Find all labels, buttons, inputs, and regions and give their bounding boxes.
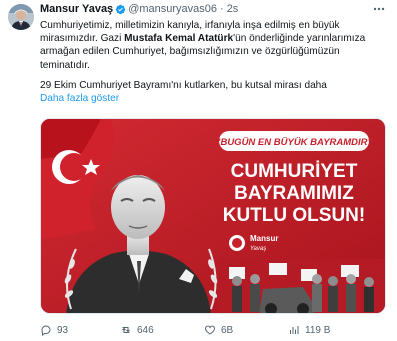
- crowd-and-car-illustration: [219, 259, 385, 313]
- reply-button[interactable]: 93: [40, 322, 68, 338]
- poster-headline-line1: CUMHURİYET: [231, 161, 358, 182]
- views-count: 119 B: [305, 324, 331, 336]
- tweet-timestamp[interactable]: 2s: [227, 2, 239, 17]
- more-options-icon[interactable]: [372, 2, 386, 16]
- retweet-icon: [122, 327, 130, 333]
- poster-headline-line3: KUTLU OLSUN!: [223, 205, 365, 226]
- verified-badge-icon: [115, 4, 126, 15]
- show-more-link[interactable]: Daha fazla göster: [40, 92, 119, 105]
- views-button[interactable]: 119 B: [288, 322, 330, 338]
- mention-bold-name: Mustafa Kemal Atatürk: [124, 33, 234, 45]
- avatar[interactable]: [8, 4, 34, 30]
- heart-icon: [204, 325, 216, 335]
- tweet-media-image[interactable]: "BUGÜN EN BÜYÜK BAYRAMDIR" CUMHURİYET BA…: [40, 118, 386, 314]
- author-display-name[interactable]: Mansur Yavaş: [40, 2, 113, 17]
- tweet-action-bar: 93 646 6B 119 B: [40, 322, 388, 338]
- reply-count: 93: [57, 324, 69, 336]
- like-count: 6B: [221, 324, 234, 336]
- logo-name: Mansur: [250, 234, 278, 243]
- poster-banner-text: "BUGÜN EN BÜYÜK BAYRAMDIR": [216, 137, 373, 148]
- republic-day-poster: "BUGÜN EN BÜYÜK BAYRAMDIR" CUMHURİYET BA…: [41, 119, 385, 313]
- avatar-image: [8, 4, 34, 30]
- tweet-content: Mansur Yavaş @mansuryavas06 · 2s Cumhuri…: [40, 2, 388, 336]
- retweet-button[interactable]: 646: [120, 322, 154, 338]
- author-handle[interactable]: @mansuryavas06: [128, 2, 217, 17]
- header-separator: ·: [220, 3, 224, 15]
- like-button[interactable]: 6B: [204, 322, 233, 338]
- logo-sub: Yavaş: [250, 246, 266, 252]
- tweet-paragraph-1: Cumhuriyetimiz, milletimizin kanıyla, ir…: [40, 19, 388, 72]
- poster-headline-line2: BAYRAMIMIZ: [234, 183, 354, 204]
- tweet-header: Mansur Yavaş @mansuryavas06 · 2s: [40, 2, 388, 17]
- views-chart-icon: [290, 326, 299, 334]
- retweet-count: 646: [137, 324, 154, 336]
- tweet-card[interactable]: Mansur Yavaş @mansuryavas06 · 2s Cumhuri…: [0, 0, 397, 341]
- tweet-paragraph-2: 29 Ekim Cumhuriyet Bayramı'nı kutlarken,…: [40, 79, 327, 91]
- tweet-text: Cumhuriyetimiz, milletimizin kanıyla, ir…: [40, 19, 388, 105]
- reply-icon: [41, 325, 51, 336]
